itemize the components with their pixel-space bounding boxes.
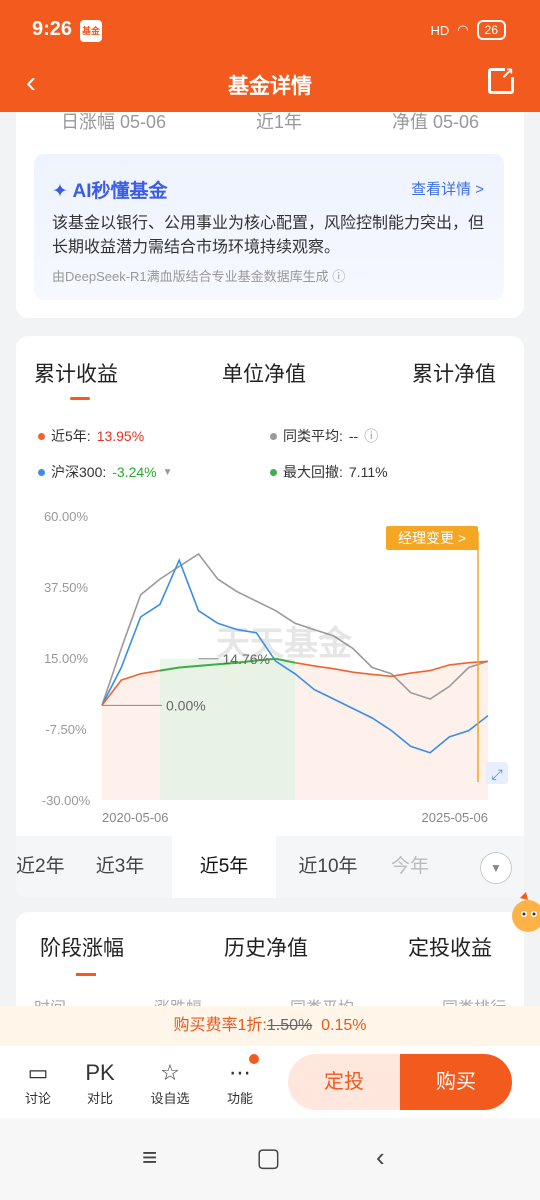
- legend-fund-value: 13.95%: [96, 428, 145, 444]
- fee-promo-banner: 购买费率1折:1.50% 0.15%: [0, 1006, 540, 1046]
- pk-icon: PK: [85, 1060, 115, 1085]
- star-icon: ☆: [160, 1060, 180, 1085]
- y-tick-label: -7.50%: [45, 722, 87, 737]
- watchlist-label: 设自选: [150, 1091, 190, 1106]
- signal-icon: HD: [430, 22, 450, 38]
- tab-stage-returns[interactable]: 阶段涨幅: [40, 932, 124, 976]
- notification-dot: [249, 1054, 259, 1064]
- header: ‹ 基金详情 ↗: [0, 60, 540, 112]
- period-ytd[interactable]: 今年: [380, 836, 440, 898]
- ai-summary-box[interactable]: ✦ AI秒懂基金 查看详情 > 该基金以银行、公用事业为核心配置，风险控制能力突…: [34, 154, 504, 300]
- period-2y[interactable]: 近2年: [16, 836, 68, 898]
- more-dots-icon: ⋯: [215, 1054, 265, 1088]
- sip-button[interactable]: 定投: [288, 1054, 400, 1110]
- page-title: 基金详情: [228, 75, 312, 98]
- x-tick-label: 2025-05-06: [422, 810, 489, 825]
- app-notification-icon: 基金: [80, 20, 102, 42]
- chat-bubble-icon: ▭: [27, 1060, 49, 1085]
- battery-icon: 26: [476, 20, 506, 40]
- top-bar: 9:26 基金 HD ◠ 26 ‹ 基金详情 ↗: [0, 0, 540, 112]
- legend-index-dot: [38, 468, 45, 476]
- expand-arrow-glyph: ⤢: [491, 766, 502, 782]
- compare-button[interactable]: PK 对比: [75, 1058, 125, 1107]
- promo-new-fee: 0.15%: [321, 1017, 367, 1034]
- legend-drawdown-value: 7.11%: [348, 464, 388, 480]
- ai-text: 该基金以银行、公用事业为核心配置，风险控制能力突出，但长期收益潜力需结合市场环境…: [52, 215, 485, 256]
- status-time: 9:26: [32, 18, 73, 40]
- summary-card: 日涨幅 05-06 近1年 净值 05-06 ✦ AI秒懂基金 查看详情 > 该…: [16, 112, 524, 318]
- home-icon[interactable]: ▢: [256, 1142, 281, 1173]
- ai-source: 由DeepSeek-R1满血版结合专业基金数据库生成 ⓘ: [52, 266, 345, 285]
- chevron-down-icon[interactable]: ▼: [480, 852, 512, 884]
- summary-row: 日涨幅 05-06 近1年 净值 05-06: [16, 108, 524, 134]
- chart-tabs: 累计收益 单位净值 累计净值: [16, 358, 524, 400]
- add-watchlist-button[interactable]: ☆ 设自选: [145, 1058, 195, 1107]
- dropdown-triangle-icon[interactable]: ▼: [163, 467, 173, 478]
- bottom-action-bar: ▭ 讨论 PK 对比 ☆ 设自选 ⋯ 功能 定投 购买: [0, 1046, 540, 1118]
- performance-chart[interactable]: 60.00% 37.50% 15.00% -7.50% -30.00% 2020-05-0…: [16, 504, 524, 834]
- summary-nav: 净值 05-06: [391, 112, 479, 132]
- summary-1y: 近1年: [255, 112, 302, 132]
- tab-history-nav[interactable]: 历史净值: [224, 932, 308, 962]
- ai-source-text: 由DeepSeek-R1满血版结合专业基金数据库生成: [52, 269, 329, 284]
- period-10y[interactable]: 近10年: [276, 836, 380, 898]
- wifi-icon: ◠: [457, 22, 469, 37]
- y-tick-label: -30.00%: [42, 793, 91, 808]
- summary-daily: 日涨幅 05-06: [60, 112, 167, 132]
- status-indicators: HD ◠ 26: [431, 20, 506, 40]
- period-3y[interactable]: 近3年: [68, 836, 172, 898]
- legend-fund: 近5年: 13.95%: [38, 426, 144, 446]
- y-tick-label: 37.50%: [44, 580, 89, 595]
- legend-drawdown: 最大回撤: 7.11%: [270, 462, 388, 482]
- legend-avg-dot: [270, 432, 277, 440]
- tab-unit-nav[interactable]: 单位净值: [222, 358, 306, 388]
- period-5y[interactable]: 近5年: [172, 836, 276, 898]
- mascot-icon[interactable]: [504, 890, 540, 936]
- base-label: 0.00%: [166, 697, 206, 713]
- tab-cumulative-return[interactable]: 累计收益: [34, 358, 118, 400]
- menu-icon[interactable]: ≡: [142, 1142, 157, 1173]
- buy-button[interactable]: 购买: [400, 1054, 512, 1110]
- status-bar: 9:26 基金 HD ◠ 26: [0, 0, 540, 60]
- legend-index-label: 沪深300:: [51, 464, 107, 480]
- y-tick-label: 60.00%: [44, 509, 89, 524]
- manager-change-label[interactable]: 经理变更 >: [398, 530, 466, 546]
- sparkle-icon: ✦: [52, 181, 68, 202]
- info-icon[interactable]: ⓘ: [364, 426, 378, 446]
- legend-drawdown-label: 最大回撤:: [283, 464, 343, 480]
- system-nav-bar: ≡ ▢ ‹: [0, 1118, 540, 1200]
- legend-drawdown-dot: [270, 468, 277, 476]
- legend-index-value: -3.24%: [112, 464, 157, 480]
- x-tick-label: 2020-05-06: [102, 810, 169, 825]
- discuss-button[interactable]: ▭ 讨论: [13, 1058, 63, 1107]
- promo-old-fee: 1.50%: [266, 1017, 313, 1034]
- compare-label: 对比: [86, 1091, 113, 1106]
- high-label: 14.76%: [223, 651, 270, 667]
- tab-sip-returns[interactable]: 定投收益: [408, 932, 492, 962]
- promo-prefix: 购买费率1折:: [173, 1017, 267, 1034]
- back-nav-icon[interactable]: ‹: [376, 1142, 385, 1173]
- legend-avg: 同类平均: -- ⓘ: [270, 426, 378, 446]
- ai-title: ✦ AI秒懂基金: [52, 176, 168, 203]
- legend-avg-label: 同类平均:: [283, 428, 343, 444]
- ai-title-text: AI秒懂基金: [72, 181, 168, 202]
- legend-fund-label: 近5年:: [51, 428, 91, 444]
- info-icon[interactable]: ⓘ: [332, 269, 345, 284]
- legend-fund-dot: [38, 432, 45, 440]
- legend-avg-value: --: [348, 428, 359, 444]
- functions-label: 功能: [226, 1091, 253, 1106]
- legend-index[interactable]: 沪深300: -3.24% ▼: [38, 462, 173, 482]
- chart-card: 累计收益 单位净值 累计净值 近5年: 13.95% 同类平均: -- ⓘ 沪深30…: [16, 336, 524, 898]
- drawdown-band: [159, 658, 295, 800]
- functions-button[interactable]: ⋯ 功能: [215, 1054, 265, 1107]
- y-tick-label: 15.00%: [44, 651, 89, 666]
- ai-more-link[interactable]: 查看详情 >: [411, 178, 484, 199]
- tab-cumulative-nav[interactable]: 累计净值: [412, 358, 496, 388]
- share-icon[interactable]: ↗: [488, 65, 517, 94]
- discuss-label: 讨论: [24, 1091, 51, 1106]
- period-selector: 近2年 近3年 近5年 近10年 今年 ▼: [16, 836, 524, 898]
